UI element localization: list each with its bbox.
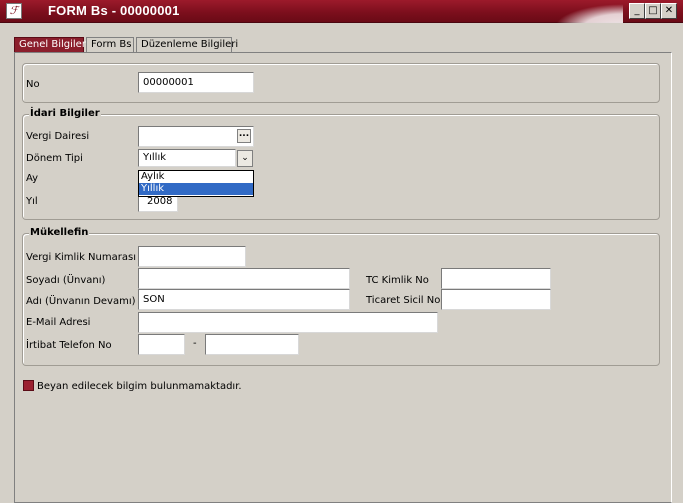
no-label: No (26, 79, 40, 90)
chevron-down-icon[interactable]: ⌄ (237, 150, 253, 167)
telefon-area-field[interactable] (138, 334, 185, 355)
tc-kimlik-field[interactable] (441, 268, 551, 289)
yil-label: Yıl (26, 196, 38, 207)
vergi-dairesi-lookup-button[interactable]: ... (237, 129, 251, 143)
minimize-button[interactable]: _ (629, 3, 645, 19)
idari-bilgiler-group: İdari Bilgiler (22, 108, 660, 220)
close-button[interactable]: ✕ (661, 3, 677, 19)
telefon-number-field[interactable] (205, 334, 299, 355)
tab-duzenleme-bilgileri[interactable]: Düzenleme Bilgileri (136, 37, 238, 53)
mukellefin-title: Mükellefin (29, 227, 90, 238)
telefon-separator: - (193, 338, 197, 349)
idari-bilgiler-title: İdari Bilgiler (29, 108, 101, 119)
dropdown-option-aylik[interactable]: Aylık (139, 171, 253, 183)
soyadi-label: Soyadı (Ünvanı) (26, 275, 106, 286)
ticaret-sicil-label: Ticaret Sicil No (366, 295, 441, 306)
donem-tipi-label: Dönem Tipi (26, 153, 83, 164)
vkn-field[interactable] (138, 246, 246, 267)
app-icon[interactable]: ℱ (6, 3, 22, 19)
dropdown-option-yillik[interactable]: Yıllık (139, 183, 253, 195)
adi-field[interactable]: SON (138, 289, 350, 310)
vkn-label: Vergi Kimlik Numarası (26, 252, 136, 263)
tc-kimlik-label: TC Kimlik No (366, 275, 429, 286)
window-title: FORM Bs - 00000001 (48, 3, 180, 18)
adi-label: Adı (Ünvanın Devamı) (26, 296, 136, 307)
donem-tipi-select[interactable]: Yıllık (138, 149, 236, 167)
tab-genel-bilgiler[interactable]: Genel Bilgiler (14, 37, 86, 53)
no-field[interactable]: 00000001 (138, 72, 254, 93)
beyan-checkbox[interactable] (23, 380, 34, 391)
beyan-label[interactable]: Beyan edilecek bilgim bulunmamaktadır. (37, 381, 242, 392)
ay-label: Ay (26, 173, 39, 184)
telefon-label: İrtibat Telefon No (26, 340, 112, 351)
ticaret-sicil-field[interactable] (441, 289, 551, 310)
tab-form-bs[interactable]: Form Bs (86, 37, 134, 53)
donem-tipi-dropdown-list[interactable]: Aylık Yıllık (138, 170, 254, 197)
no-group (22, 63, 660, 103)
email-label: E-Mail Adresi (26, 317, 91, 328)
vergi-dairesi-label: Vergi Dairesi (26, 131, 90, 142)
soyadi-field[interactable] (138, 268, 350, 289)
email-field[interactable] (138, 312, 438, 333)
title-bar-decoration (543, 0, 623, 23)
maximize-button[interactable]: □ (645, 3, 661, 19)
title-bar[interactable]: ℱ FORM Bs - 00000001 _ □ ✕ (0, 0, 683, 23)
